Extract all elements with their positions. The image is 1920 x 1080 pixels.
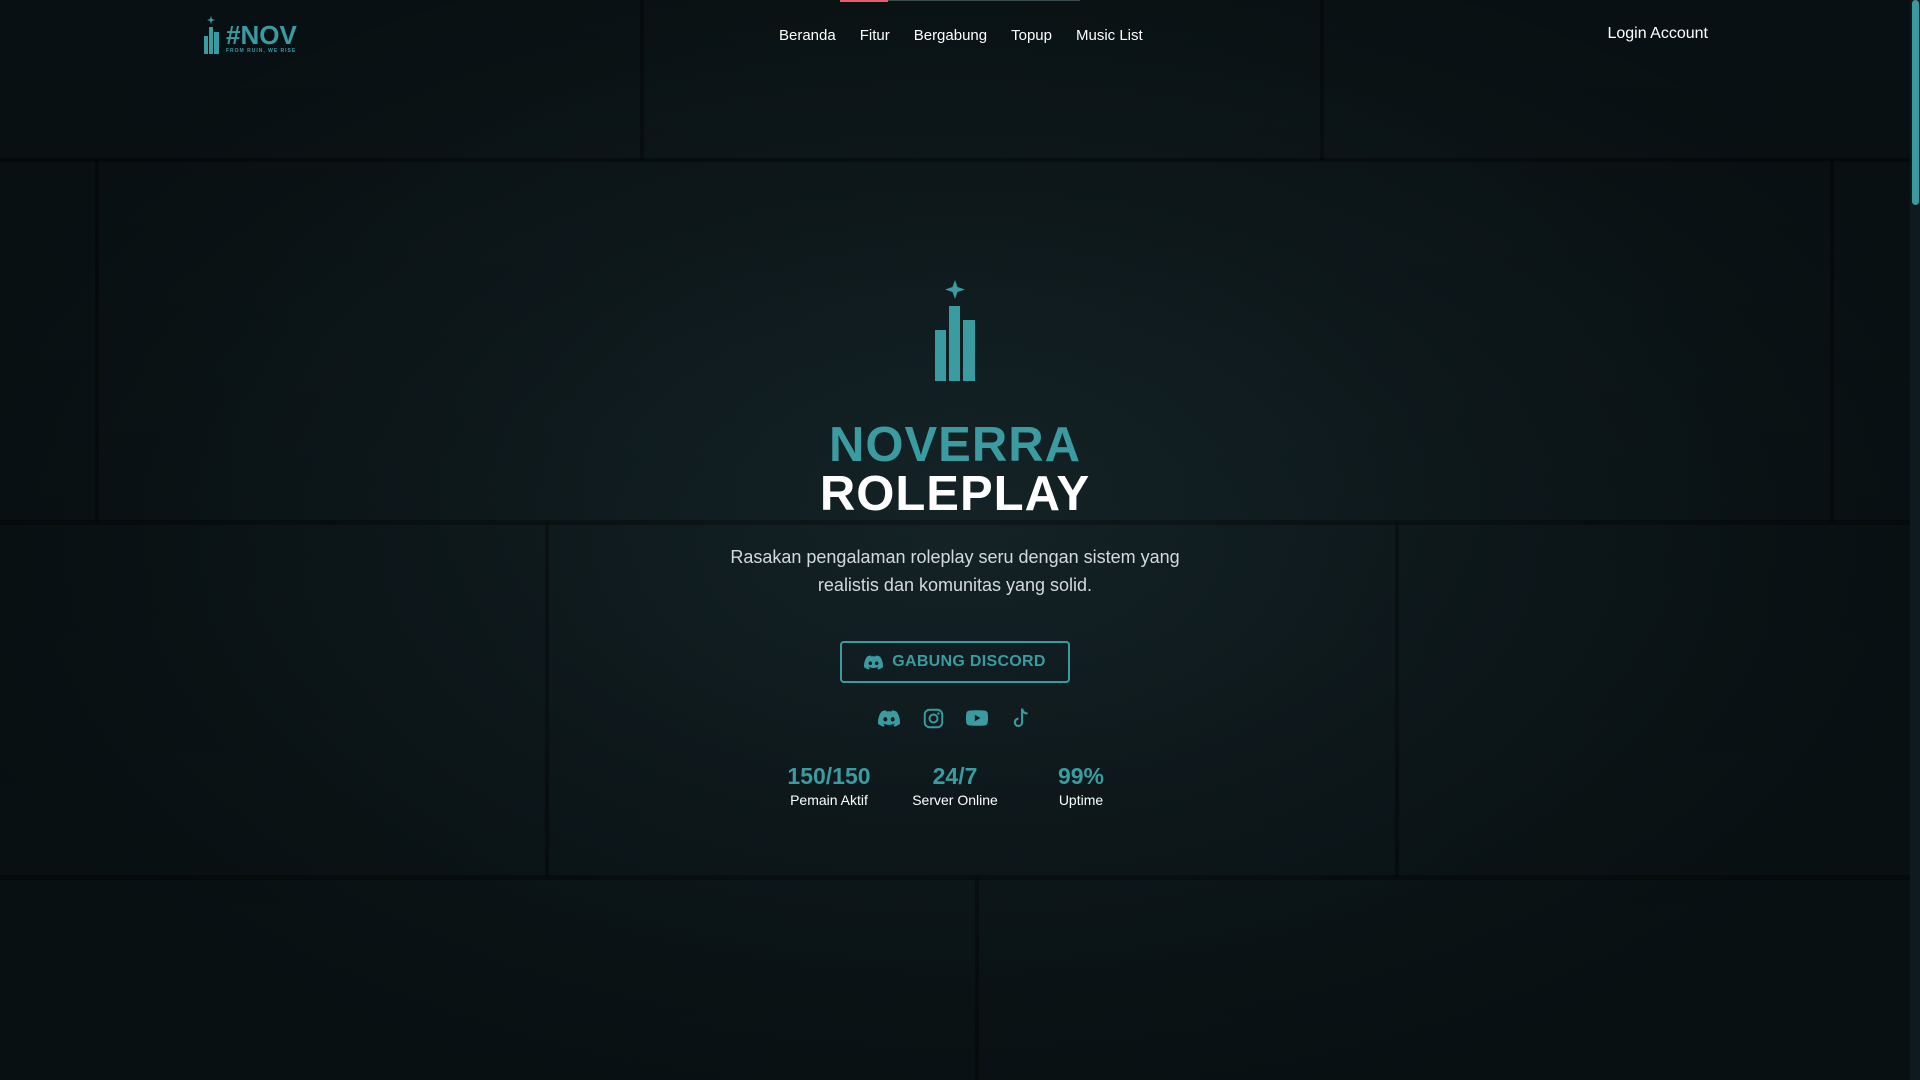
stat-value: 99% (1057, 763, 1105, 789)
logo-text: #NOV (226, 20, 297, 50)
instagram-icon (923, 708, 943, 728)
social-links (878, 707, 1032, 729)
landing-page: #NOV FROM RUIN, WE RISE Beranda Fitur Be… (0, 0, 1920, 1080)
discord-icon (878, 709, 900, 727)
navbar: #NOV FROM RUIN, WE RISE Beranda Fitur Be… (0, 0, 1910, 72)
tiktok-link[interactable] (1010, 707, 1032, 729)
login-account-link[interactable]: Login Account (1607, 25, 1708, 43)
scrollbar-thumb[interactable] (1912, 0, 1919, 205)
brick-joint (0, 875, 1910, 880)
stat-label: Uptime (1058, 792, 1104, 808)
nav-link-fitur[interactable]: Fitur (860, 27, 890, 44)
discord-icon (864, 654, 884, 670)
site-logo[interactable]: #NOV FROM RUIN, WE RISE (203, 16, 297, 56)
nav-link-bergabung[interactable]: Bergabung (914, 27, 987, 44)
logo-text-group: #NOV FROM RUIN, WE RISE (226, 20, 297, 54)
server-stats: 150/150 Pemain Aktif 24/7 Server Online … (785, 763, 1125, 808)
nav-link-beranda[interactable]: Beranda (779, 27, 836, 44)
join-discord-label: GABUNG DISCORD (892, 653, 1046, 670)
stat-value: 150/150 (787, 763, 871, 789)
logo-tagline: FROM RUIN, WE RISE (226, 48, 297, 54)
nav-link-music-list[interactable]: Music List (1076, 27, 1143, 44)
stat-label: Server Online (912, 792, 998, 808)
join-discord-button[interactable]: GABUNG DISCORD (840, 641, 1070, 683)
brick-joint (975, 878, 979, 1080)
instagram-link[interactable] (922, 707, 944, 729)
youtube-link[interactable] (966, 707, 988, 729)
hero-title-noverra: NOVERRA (828, 418, 1082, 472)
nav-link-topup[interactable]: Topup (1011, 27, 1052, 44)
page-scrollbar[interactable] (1910, 0, 1920, 1080)
tiktok-icon (1013, 708, 1028, 728)
stat-label: Pemain Aktif (790, 792, 868, 808)
stat-uptime: 99% Uptime (1037, 763, 1125, 808)
youtube-icon (966, 710, 988, 726)
building-star-icon (935, 280, 975, 381)
hero-title-roleplay: ROLEPLAY (819, 467, 1091, 521)
stat-active-players: 150/150 Pemain Aktif (785, 763, 873, 808)
discord-link[interactable] (878, 707, 900, 729)
hero-section: NOVERRA ROLEPLAY Rasakan pengalaman role… (0, 280, 1910, 808)
brick-joint (0, 158, 1910, 162)
building-star-icon (204, 16, 219, 54)
stat-server-online: 24/7 Server Online (911, 763, 999, 808)
main-nav: Beranda Fitur Bergabung Topup Music List (779, 27, 1167, 44)
stat-value: 24/7 (932, 763, 978, 789)
hero-description: Rasakan pengalaman roleplay seru dengan … (730, 547, 1180, 595)
